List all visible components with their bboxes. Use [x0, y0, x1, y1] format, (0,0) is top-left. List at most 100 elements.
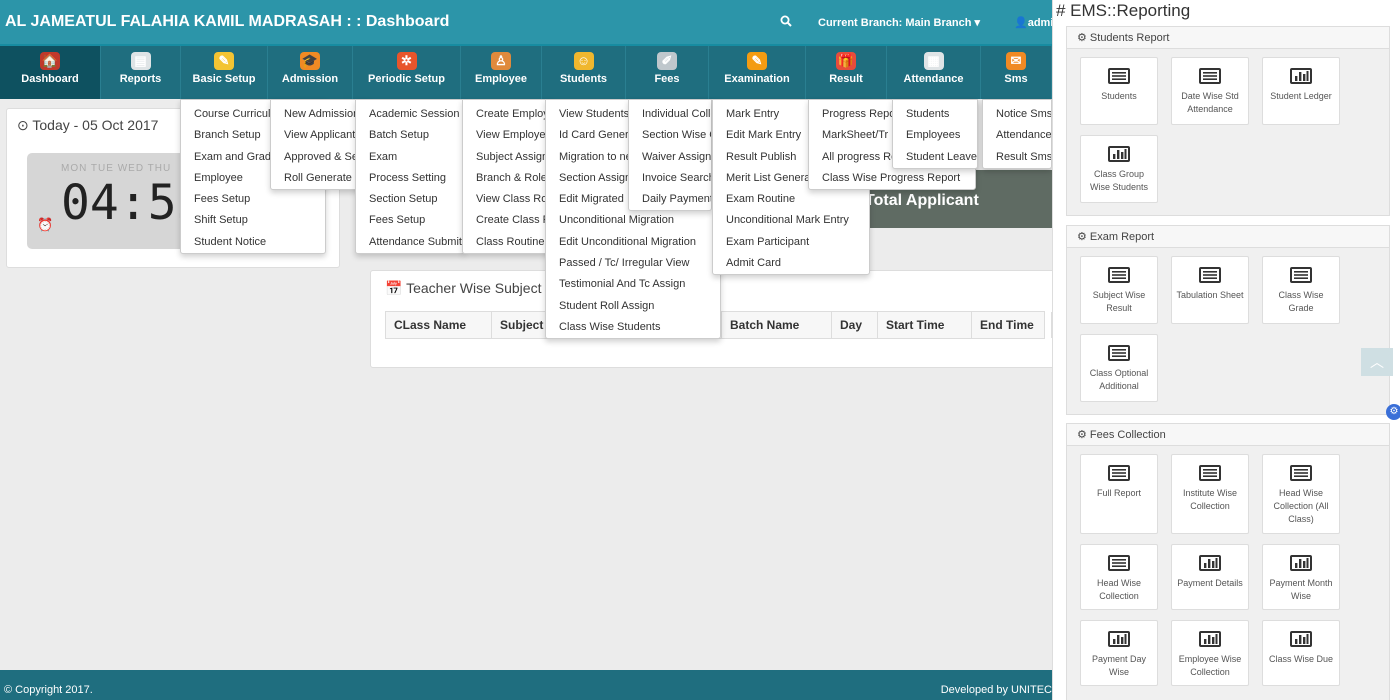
menu-item[interactable]: Waiver Assign — [629, 147, 711, 168]
report-card-label: Institute Wise Collection — [1182, 488, 1238, 511]
report-card[interactable]: Students — [1080, 57, 1158, 125]
nav-label: Examination — [724, 73, 790, 85]
periodic-setup-icon: ✲ — [396, 52, 417, 70]
employee-icon: ♙ — [491, 52, 511, 70]
column-header[interactable]: Batch Name — [722, 312, 832, 338]
gears-icon: ⚙ — [1077, 231, 1090, 243]
report-card[interactable]: Head Wise Collection (All Class) — [1262, 454, 1340, 534]
menu-item[interactable]: Class Wise Progress Report — [809, 168, 975, 189]
menu-item[interactable]: Subject Assign — [463, 147, 551, 168]
report-card[interactable]: Tabulation Sheet — [1171, 256, 1249, 324]
report-card[interactable]: Payment Month Wise — [1262, 544, 1340, 610]
menu-item[interactable]: Testimonial And Tc Assign — [546, 274, 720, 295]
footer: © Copyright 2017. Developed by UNITEC — [0, 670, 1052, 700]
menu-item[interactable]: Student Leave — [893, 147, 977, 168]
nav-label: Result — [829, 73, 863, 85]
report-card[interactable]: Subject Wise Result — [1080, 256, 1158, 324]
menu-item[interactable]: Attendance Submit — [356, 232, 464, 253]
menu-item[interactable]: Exam — [356, 147, 464, 168]
settings-icon[interactable]: ⚙ — [1386, 404, 1400, 420]
today-date: ⊙ Today - 05 Oct 2017 — [17, 117, 159, 133]
clock-icon: ⊙ — [17, 117, 29, 133]
menu-item[interactable]: Passed / Tc/ Irregular View — [546, 253, 720, 274]
list-icon — [1108, 267, 1130, 283]
column-header[interactable]: Day — [832, 312, 878, 338]
report-card[interactable]: Class Group Wise Students — [1080, 135, 1158, 203]
report-card-label: Head Wise Collection (All Class) — [1273, 488, 1329, 524]
menu-item[interactable]: Invoice Search — [629, 168, 711, 189]
menu-item[interactable]: Academic Session — [356, 104, 464, 125]
menu-item[interactable]: Process Setting — [356, 168, 464, 189]
nav-result[interactable]: 🎁 Result — [806, 46, 887, 99]
menu-item[interactable]: Class Wise Students — [546, 317, 720, 338]
report-card[interactable]: Employee Wise Collection — [1171, 620, 1249, 686]
menu-item[interactable]: Section Wise Collection — [629, 125, 711, 146]
menu-item[interactable]: Exam Routine — [713, 189, 869, 210]
report-card[interactable]: Class Wise Due — [1262, 620, 1340, 686]
report-card[interactable]: Institute Wise Collection — [1171, 454, 1249, 534]
menu-item[interactable]: Exam Participant — [713, 232, 869, 253]
menu-item[interactable]: Edit Unconditional Migration — [546, 232, 720, 253]
menu-item[interactable]: Notice Sms — [983, 104, 1051, 125]
menu-item[interactable]: Unconditional Migration — [546, 210, 720, 231]
report-section-title: ⚙ Fees Collection — [1067, 424, 1389, 446]
menu-item[interactable]: Individual Collection — [629, 104, 711, 125]
menu-item[interactable]: Shift Setup — [181, 210, 325, 231]
nav-fees[interactable]: ✐ Fees — [626, 46, 709, 99]
menu-item[interactable]: Attendance Sms — [983, 125, 1051, 146]
nav-label: Admission — [281, 73, 339, 85]
menu-item[interactable]: Section Setup — [356, 189, 464, 210]
column-header[interactable]: Subject — [492, 312, 552, 338]
nav-attendance[interactable]: ▦ Attendance — [887, 46, 981, 99]
nav-reports[interactable]: ▤ Reports — [101, 46, 181, 99]
menu-item[interactable]: Student Roll Assign — [546, 296, 720, 317]
bar-chart-icon — [1290, 555, 1312, 571]
nav-sms[interactable]: ✉ Sms — [981, 46, 1052, 99]
menu-item[interactable]: Create Employee — [463, 104, 551, 125]
menu-item[interactable]: Result Sms — [983, 147, 1051, 168]
user-icon: 👤 — [1014, 17, 1028, 29]
menu-item[interactable]: View Employee — [463, 125, 551, 146]
menu-item[interactable]: Batch Setup — [356, 125, 464, 146]
report-card[interactable]: Class Optional Additional — [1080, 334, 1158, 402]
report-card[interactable]: Class Wise Grade — [1262, 256, 1340, 324]
menu-item[interactable]: Daily Payment — [629, 189, 711, 210]
nav-basic-setup[interactable]: ✎ Basic Setup — [181, 46, 268, 99]
nav-periodic-setup[interactable]: ✲ Periodic Setup — [353, 46, 461, 99]
nav-employee[interactable]: ♙ Employee — [461, 46, 542, 99]
menu-item[interactable]: Students — [893, 104, 977, 125]
branch-selector[interactable]: Current Branch: Main Branch ▾ — [818, 16, 980, 29]
nav-label: Basic Setup — [192, 73, 256, 85]
menu-item[interactable]: Student Notice — [181, 232, 325, 253]
search-icon[interactable] — [780, 15, 792, 30]
report-section: ⚙ Fees Collection Full Report Institute Wi… — [1066, 423, 1390, 700]
menu-item[interactable]: View Class Ro — [463, 189, 551, 210]
report-card[interactable]: Full Report — [1080, 454, 1158, 534]
column-header[interactable]: End Time — [972, 312, 1052, 338]
nav-label: Sms — [1004, 73, 1028, 85]
report-card[interactable]: Payment Day Wise — [1080, 620, 1158, 686]
menu-item[interactable]: Create Class Ro — [463, 210, 551, 231]
menu-item[interactable]: Fees Setup — [181, 189, 325, 210]
menu-item[interactable]: Class Routine — [463, 232, 551, 253]
menu-item[interactable]: Unconditional Mark Entry — [713, 210, 869, 231]
report-card[interactable]: Student Ledger — [1262, 57, 1340, 125]
nav-admission[interactable]: 🎓 Admission — [268, 46, 353, 99]
column-header[interactable]: Start Time — [878, 312, 972, 338]
menu-item[interactable]: Fees Setup — [356, 210, 464, 231]
user-menu[interactable]: 👤admi — [1014, 16, 1052, 29]
report-card[interactable]: Head Wise Collection — [1080, 544, 1158, 610]
column-header[interactable]: CLass Name — [386, 312, 492, 338]
bar-chart-icon — [1108, 146, 1130, 162]
report-section: ⚙ Students Report Students Date Wise Std A… — [1066, 26, 1390, 216]
bar-chart-icon — [1199, 631, 1221, 647]
report-card[interactable]: Payment Details — [1171, 544, 1249, 610]
menu-item[interactable]: Employees — [893, 125, 977, 146]
nav-students[interactable]: ☺ Students — [542, 46, 626, 99]
nav-examination[interactable]: ✎ Examination — [709, 46, 806, 99]
nav-dashboard[interactable]: 🏠 Dashboard — [0, 46, 101, 99]
menu-item[interactable]: Admit Card — [713, 253, 869, 274]
scroll-top-button[interactable]: ︿ — [1361, 348, 1393, 376]
menu-item[interactable]: Branch & Role — [463, 168, 551, 189]
report-card[interactable]: Date Wise Std Attendance — [1171, 57, 1249, 125]
